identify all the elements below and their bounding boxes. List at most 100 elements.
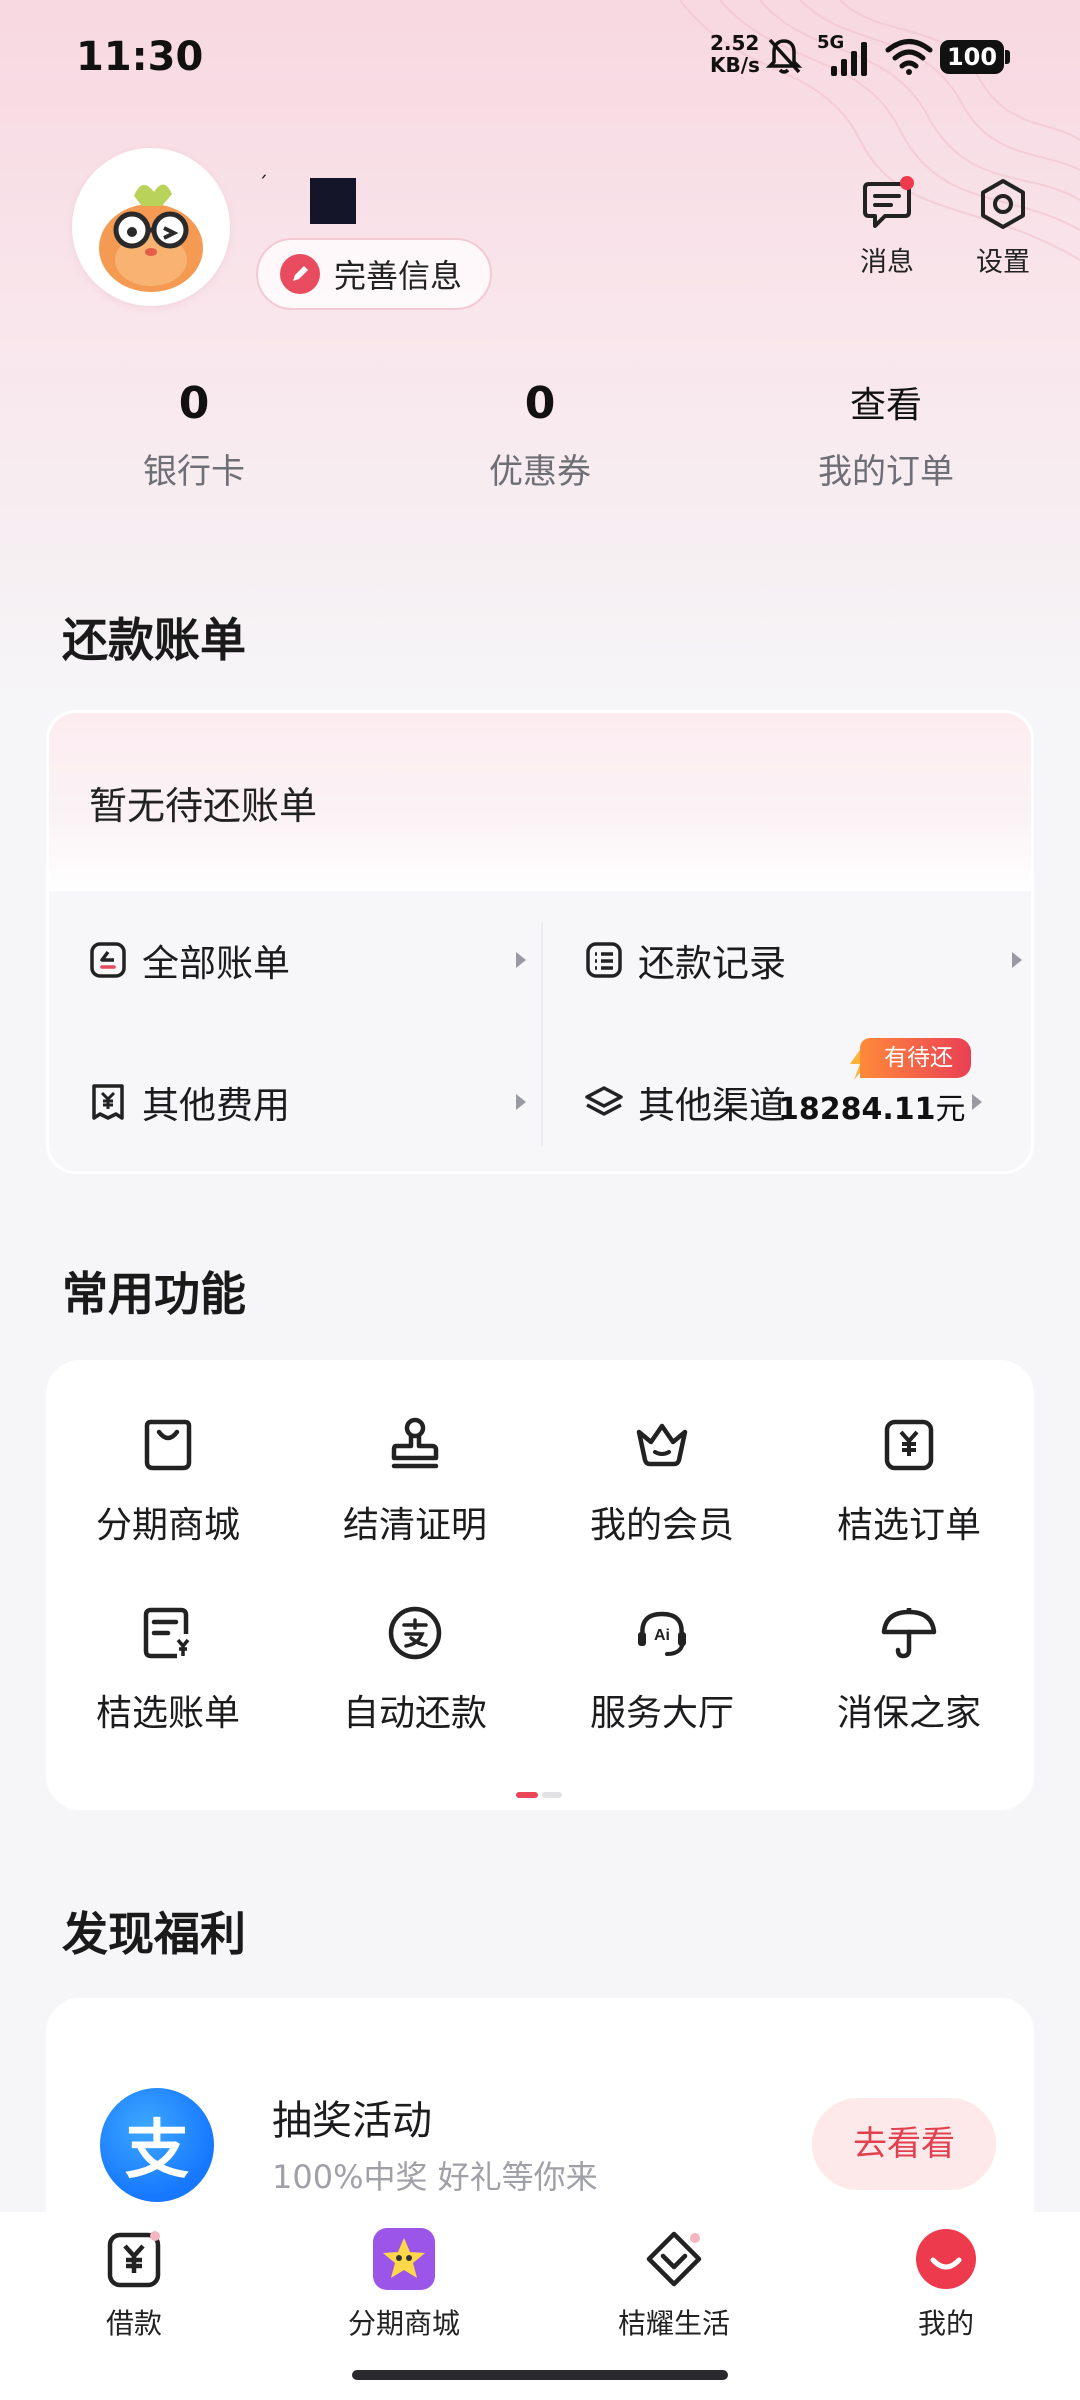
stamp-icon <box>391 1417 439 1469</box>
repayment-records-label: 还款记录 <box>638 942 786 985</box>
stat-my-orders[interactable]: 查看 我的订单 <box>776 378 996 493</box>
page-dot <box>542 1792 562 1798</box>
func-my-membership[interactable]: 我的会员 <box>542 1414 782 1548</box>
stat-value: 0 <box>178 378 210 429</box>
stat-label: 优惠券 <box>489 452 591 492</box>
repayment-section-title: 还款账单 <box>62 613 246 667</box>
battery-tip <box>1005 50 1010 64</box>
stat-label: 我的订单 <box>818 452 954 492</box>
func-selected-bills[interactable]: 桔选账单 <box>48 1602 288 1736</box>
repayment-empty-text: 暂无待还账单 <box>89 783 318 828</box>
ai-service-icon: Ai <box>638 1611 686 1656</box>
heart-diamond-icon <box>646 2231 702 2287</box>
tab-installment-mall[interactable]: 分期商城 <box>314 2226 494 2342</box>
welfare-card-subtitle: 100%中奖 好礼等你来 <box>272 2158 598 2196</box>
home-indicator[interactable] <box>352 2370 728 2380</box>
func-label: 桔选订单 <box>836 1505 981 1546</box>
network-speed: 2.52 KB/s <box>710 32 760 76</box>
messages-button[interactable]: 消息 <box>842 176 932 279</box>
smile-profile-icon <box>916 2229 976 2289</box>
other-channels-label: 其他渠道 <box>638 1084 786 1127</box>
tab-juyao-life[interactable]: 桔耀生活 <box>584 2226 764 2342</box>
page-dot-active <box>516 1792 538 1798</box>
func-label: 我的会员 <box>589 1505 734 1546</box>
func-label: 结清证明 <box>342 1505 487 1546</box>
alipay-logo-icon: 支 <box>100 2088 214 2202</box>
stat-coupons[interactable]: 0 优惠券 <box>430 378 650 493</box>
all-bills-link[interactable]: 全部账单 <box>86 920 526 1000</box>
divider <box>541 923 543 1147</box>
status-bar: 11:30 2.52 KB/s 5G 100 <box>0 0 1080 116</box>
go-see-button[interactable]: 去看看 <box>812 2098 996 2190</box>
welfare-section-title: 发现福利 <box>62 1907 246 1961</box>
tab-label: 我的 <box>917 2307 974 2340</box>
other-fees-label: 其他费用 <box>142 1084 290 1127</box>
func-consumer-protection[interactable]: 消保之家 <box>789 1602 1029 1736</box>
messages-label: 消息 <box>860 247 914 278</box>
unread-dot <box>900 176 914 190</box>
settings-button[interactable]: 设置 <box>958 176 1048 279</box>
repayment-empty-state: 暂无待还账单 <box>49 713 1031 891</box>
bill-yen-icon <box>143 1607 190 1659</box>
network-speed-value: 2.52 <box>710 31 760 55</box>
complete-info-label: 完善信息 <box>334 257 463 295</box>
func-selected-orders[interactable]: 桔选订单 <box>789 1414 1029 1548</box>
stat-bank-cards[interactable]: 0 银行卡 <box>84 378 304 493</box>
username-decoration: ˊ <box>258 172 268 196</box>
settings-label: 设置 <box>976 247 1030 278</box>
crown-icon <box>636 1423 688 1467</box>
bell-muted-icon <box>765 38 803 74</box>
list-icon <box>582 938 626 982</box>
signal-icon: 5G <box>817 32 871 76</box>
tab-label: 桔耀生活 <box>617 2307 730 2340</box>
func-label: 分期商城 <box>95 1505 240 1546</box>
chevron-right-icon <box>516 952 526 968</box>
chevron-right-icon <box>1012 952 1022 968</box>
func-installment-mall[interactable]: 分期商城 <box>48 1414 288 1548</box>
pending-repayment-badge: 有待还 <box>860 1038 971 1078</box>
func-label: 桔选账单 <box>95 1693 240 1734</box>
pencil-icon <box>280 254 320 294</box>
repayment-records-link[interactable]: 还款记录 <box>582 920 1022 1000</box>
other-channel-amount: 18284.11元 <box>778 1084 966 1128</box>
gear-icon <box>981 179 1025 229</box>
stat-label: 银行卡 <box>143 452 245 492</box>
yen-square-icon <box>107 2231 161 2288</box>
func-settlement-proof[interactable]: 结清证明 <box>295 1414 535 1548</box>
func-auto-repay[interactable]: 自动还款 <box>295 1602 535 1736</box>
welfare-card-title: 抽奖活动 <box>272 2098 432 2144</box>
status-time: 11:30 <box>76 34 204 80</box>
mall-mascot-icon <box>373 2228 435 2290</box>
tab-loan[interactable]: 借款 <box>44 2226 224 2342</box>
all-bills-label: 全部账单 <box>142 942 290 985</box>
wifi-icon <box>885 39 933 75</box>
username-redacted <box>310 178 356 224</box>
layers-icon <box>582 1080 626 1124</box>
fee-receipt-icon <box>86 1080 130 1124</box>
other-fees-link[interactable]: 其他费用 <box>86 1062 526 1142</box>
amount-value: 18284.11 <box>778 1092 936 1127</box>
network-speed-unit: KB/s <box>710 53 760 77</box>
func-label: 自动还款 <box>342 1693 487 1734</box>
tab-mine[interactable]: 我的 <box>856 2226 1036 2342</box>
functions-section-title: 常用功能 <box>62 1267 246 1321</box>
avatar[interactable] <box>72 148 230 306</box>
clock-bill-icon <box>86 938 130 982</box>
umbrella-icon <box>881 1608 937 1659</box>
battery-indicator: 100 <box>940 40 1004 74</box>
shopping-bag-icon <box>144 1419 192 1471</box>
func-label: 服务大厅 <box>589 1693 734 1734</box>
stat-value: 0 <box>524 378 556 429</box>
chevron-right-icon <box>516 1094 526 1110</box>
alipay-circle-icon <box>388 1606 442 1660</box>
mascot-avatar-icon <box>99 184 203 292</box>
chevron-right-icon <box>972 1094 982 1110</box>
tab-label: 借款 <box>105 2307 162 2340</box>
tab-label: 分期商城 <box>347 2307 460 2340</box>
status-icons: 5G <box>765 32 933 78</box>
complete-info-button[interactable]: 完善信息 <box>256 238 492 310</box>
func-service-hall[interactable]: Ai 服务大厅 <box>542 1602 782 1736</box>
yen-box-icon <box>884 1419 934 1471</box>
svg-text:Ai: Ai <box>654 1627 670 1644</box>
stat-value: 查看 <box>849 385 922 426</box>
